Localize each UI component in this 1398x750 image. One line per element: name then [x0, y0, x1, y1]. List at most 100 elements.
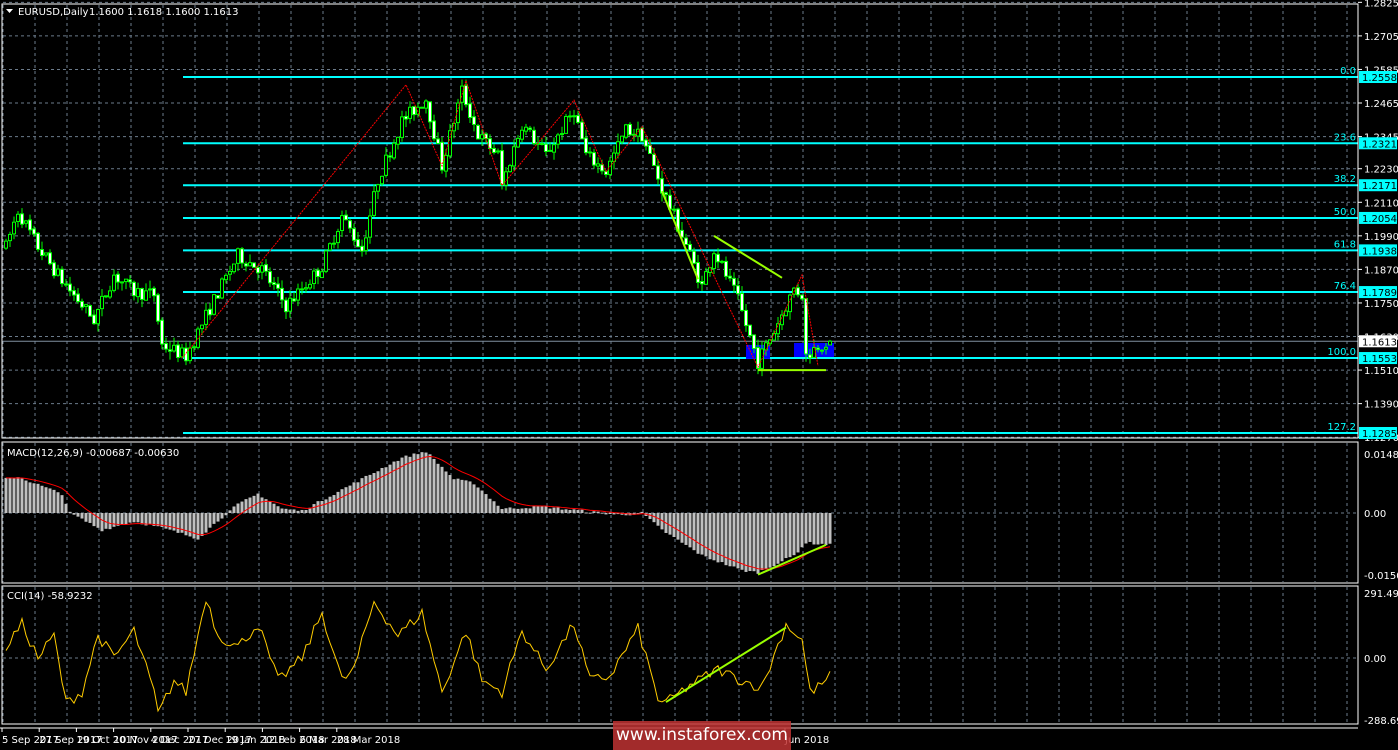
candle-body[interactable]	[520, 129, 524, 140]
candle-body[interactable]	[224, 274, 228, 281]
candle-body[interactable]	[84, 304, 88, 307]
candle-body[interactable]	[500, 150, 504, 186]
candle-body[interactable]	[804, 298, 808, 355]
candle-body[interactable]	[232, 263, 236, 273]
candle-body[interactable]	[316, 269, 320, 277]
candle-body[interactable]	[252, 262, 256, 268]
candle-body[interactable]	[828, 340, 832, 346]
candle-body[interactable]	[80, 300, 84, 308]
candle-body[interactable]	[156, 294, 160, 322]
candle-body[interactable]	[480, 134, 484, 140]
candle-body[interactable]	[744, 309, 748, 327]
candle-body[interactable]	[112, 274, 116, 291]
candle-body[interactable]	[152, 287, 156, 297]
candle-body[interactable]	[444, 154, 448, 172]
candle-body[interactable]	[128, 279, 132, 283]
trendline-cci[interactable]	[665, 626, 787, 703]
candle-body[interactable]	[64, 283, 68, 286]
candle-body[interactable]	[272, 282, 276, 285]
candle-body[interactable]	[392, 142, 396, 159]
candle-body[interactable]	[124, 278, 128, 283]
candle-body[interactable]	[436, 138, 440, 144]
candle-body[interactable]	[740, 293, 744, 311]
candle-body[interactable]	[452, 122, 456, 132]
candle-body[interactable]	[556, 134, 560, 145]
candle-body[interactable]	[432, 120, 436, 140]
candle-body[interactable]	[732, 277, 736, 286]
candle-body[interactable]	[312, 270, 316, 285]
candle-body[interactable]	[468, 103, 472, 119]
candle-body[interactable]	[572, 115, 576, 118]
candle-body[interactable]	[592, 152, 596, 166]
candle-body[interactable]	[36, 232, 40, 250]
candle-body[interactable]	[280, 287, 284, 301]
candle-body[interactable]	[540, 142, 544, 145]
candle-body[interactable]	[824, 346, 828, 350]
candle-body[interactable]	[380, 175, 384, 185]
candle-body[interactable]	[200, 324, 204, 330]
candle-body[interactable]	[52, 262, 56, 277]
candle-body[interactable]	[408, 106, 412, 119]
candle-body[interactable]	[92, 314, 96, 325]
candle-body[interactable]	[28, 219, 32, 231]
candle-body[interactable]	[664, 192, 668, 196]
candle-body[interactable]	[4, 240, 8, 249]
candle-body[interactable]	[600, 164, 604, 172]
candle-body[interactable]	[476, 124, 480, 140]
candle-body[interactable]	[712, 253, 716, 270]
candle-body[interactable]	[788, 294, 792, 313]
candle-body[interactable]	[704, 271, 708, 285]
candle-body[interactable]	[192, 346, 196, 349]
candle-body[interactable]	[820, 349, 824, 352]
candle-body[interactable]	[512, 146, 516, 167]
candle-body[interactable]	[352, 228, 356, 241]
candle-body[interactable]	[32, 228, 36, 235]
candle-body[interactable]	[276, 283, 280, 289]
candle-body[interactable]	[328, 243, 332, 251]
candle-body[interactable]	[160, 319, 164, 345]
candle-body[interactable]	[800, 294, 804, 300]
trendline-price[interactable]	[661, 190, 699, 280]
candle-body[interactable]	[508, 165, 512, 173]
candle-body[interactable]	[728, 275, 732, 279]
candle-body[interactable]	[644, 139, 648, 147]
candle-body[interactable]	[68, 283, 72, 292]
candle-body[interactable]	[244, 263, 248, 267]
candle-body[interactable]	[304, 287, 308, 290]
candle-body[interactable]	[404, 115, 408, 120]
candle-body[interactable]	[344, 214, 348, 221]
candle-body[interactable]	[776, 323, 780, 335]
candle-body[interactable]	[620, 135, 624, 143]
candle-body[interactable]	[228, 270, 232, 275]
candle-body[interactable]	[584, 137, 588, 154]
candle-body[interactable]	[384, 154, 388, 176]
candle-body[interactable]	[612, 152, 616, 162]
candle-body[interactable]	[692, 250, 696, 264]
candle-body[interactable]	[256, 267, 260, 274]
candle-body[interactable]	[684, 237, 688, 246]
candle-body[interactable]	[180, 347, 184, 358]
candle-body[interactable]	[332, 242, 336, 245]
candle-body[interactable]	[288, 297, 292, 312]
trendline-macd[interactable]	[757, 543, 827, 576]
candle-body[interactable]	[696, 262, 700, 283]
candle-body[interactable]	[368, 215, 372, 238]
candle-body[interactable]	[104, 295, 108, 298]
candle-body[interactable]	[56, 268, 60, 276]
candle-body[interactable]	[548, 149, 552, 152]
candle-body[interactable]	[640, 127, 644, 142]
candle-body[interactable]	[88, 305, 92, 317]
candle-body[interactable]	[340, 215, 344, 232]
candle-body[interactable]	[108, 290, 112, 298]
candle-body[interactable]	[116, 273, 120, 283]
candle-body[interactable]	[356, 239, 360, 248]
candle-body[interactable]	[424, 100, 428, 109]
candle-body[interactable]	[148, 288, 152, 291]
candle-body[interactable]	[496, 150, 500, 153]
candle-body[interactable]	[364, 237, 368, 251]
candle-body[interactable]	[348, 220, 352, 229]
candle-body[interactable]	[60, 268, 64, 285]
candle-body[interactable]	[360, 245, 364, 252]
candle-body[interactable]	[720, 260, 724, 263]
candle-body[interactable]	[796, 287, 800, 296]
